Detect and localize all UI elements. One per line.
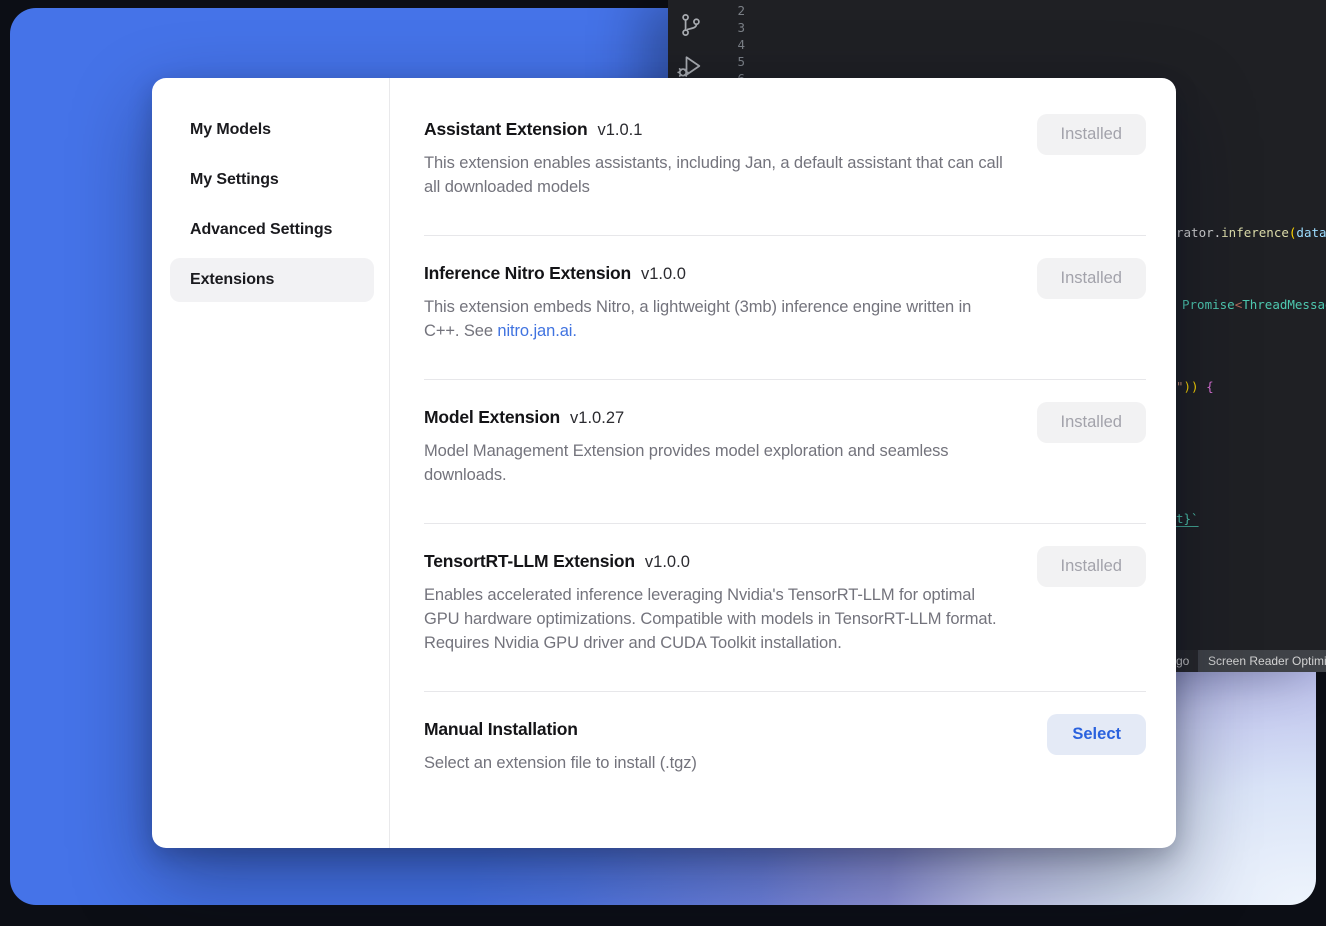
extension-heading: TensortRT-LLM Extension v1.0.0 — [424, 551, 1004, 572]
sidebar-item-extensions[interactable]: Extensions — [170, 258, 374, 302]
code-function: inference — [1221, 225, 1289, 240]
code-text: rator. — [1176, 225, 1221, 240]
installed-button[interactable]: Installed — [1037, 258, 1146, 299]
extension-name: TensortRT-LLM Extension — [424, 551, 635, 571]
code-identifier: data — [1296, 225, 1326, 240]
extension-description: This extension embeds Nitro, a lightweig… — [424, 295, 1004, 343]
extension-name: Model Extension — [424, 407, 560, 427]
sidebar-item-label: My Settings — [190, 171, 279, 189]
sidebar-item-label: My Models — [190, 121, 271, 139]
code-brace: )) — [1184, 379, 1207, 394]
extension-row-tensorrt: TensortRT-LLM Extension v1.0.0 Enables ac… — [424, 524, 1146, 692]
extensions-panel: Assistant Extension v1.0.1 This extension… — [390, 78, 1176, 848]
source-control-icon[interactable] — [678, 12, 704, 42]
line-number: 2 — [718, 2, 745, 19]
extension-description: Model Management Extension provides mode… — [424, 439, 1004, 487]
extension-heading: Assistant Extension v1.0.1 — [424, 119, 1004, 140]
sidebar-item-my-settings[interactable]: My Settings — [170, 158, 374, 202]
screen-reader-status-item[interactable]: Screen Reader Optimized — [1198, 650, 1326, 672]
extension-version: v1.0.0 — [641, 265, 686, 283]
code-brace: { — [1206, 379, 1214, 394]
description-text: Model Management Extension provides mode… — [424, 442, 948, 484]
status-bar-item[interactable]: go — [1176, 650, 1189, 672]
extension-name: Inference Nitro Extension — [424, 263, 631, 283]
extension-row-assistant: Assistant Extension v1.0.1 This extension… — [424, 92, 1146, 236]
extension-row-model: Model Extension v1.0.27 Model Management … — [424, 380, 1146, 524]
description-text: This extension enables assistants, inclu… — [424, 154, 1003, 196]
sidebar-item-label: Extensions — [190, 271, 274, 289]
extension-heading: Inference Nitro Extension v1.0.0 — [424, 263, 1004, 284]
manual-installation-heading: Manual Installation — [424, 719, 697, 740]
extension-version: v1.0.0 — [645, 553, 690, 571]
select-file-button[interactable]: Select — [1047, 714, 1146, 755]
extension-description: Enables accelerated inference leveraging… — [424, 583, 1004, 655]
line-number: 5 — [718, 53, 745, 70]
description-text: Enables accelerated inference leveraging… — [424, 586, 996, 652]
extension-description: This extension enables assistants, inclu… — [424, 151, 1004, 199]
code-fragment: t}` — [1176, 510, 1199, 527]
extension-row-nitro: Inference Nitro Extension v1.0.0 This ext… — [424, 236, 1146, 380]
line-number: 3 — [718, 19, 745, 36]
installed-button[interactable]: Installed — [1037, 114, 1146, 155]
nitro-jan-ai-link[interactable]: nitro.jan.ai. — [497, 322, 576, 340]
manual-installation-title: Manual Installation — [424, 719, 578, 739]
extension-version: v1.0.1 — [597, 121, 642, 139]
extension-version: v1.0.27 — [570, 409, 624, 427]
manual-installation-description: Select an extension file to install (.tg… — [424, 751, 697, 775]
description-text: Select an extension file to install (.tg… — [424, 754, 697, 772]
code-type: ThreadMessage — [1242, 297, 1326, 312]
code-fragment: rator.inference(data)); — [1176, 224, 1326, 241]
extension-heading: Model Extension v1.0.27 — [424, 407, 1004, 428]
extension-name: Assistant Extension — [424, 119, 587, 139]
sidebar-item-advanced-settings[interactable]: Advanced Settings — [170, 208, 374, 252]
manual-installation-row: Manual Installation Select an extension … — [424, 692, 1146, 805]
code-string: " — [1176, 379, 1184, 394]
code-fragment: Promise<ThreadMessage> — [1182, 296, 1326, 313]
settings-modal: My Models My Settings Advanced Settings … — [152, 78, 1176, 848]
line-number: 4 — [718, 36, 745, 53]
code-fragment: ")) { — [1176, 378, 1214, 395]
sidebar-item-label: Advanced Settings — [190, 221, 332, 239]
installed-button[interactable]: Installed — [1037, 546, 1146, 587]
code-type: Promise — [1182, 297, 1235, 312]
installed-button[interactable]: Installed — [1037, 402, 1146, 443]
sidebar-item-my-models[interactable]: My Models — [170, 108, 374, 152]
settings-sidebar: My Models My Settings Advanced Settings … — [152, 78, 390, 848]
